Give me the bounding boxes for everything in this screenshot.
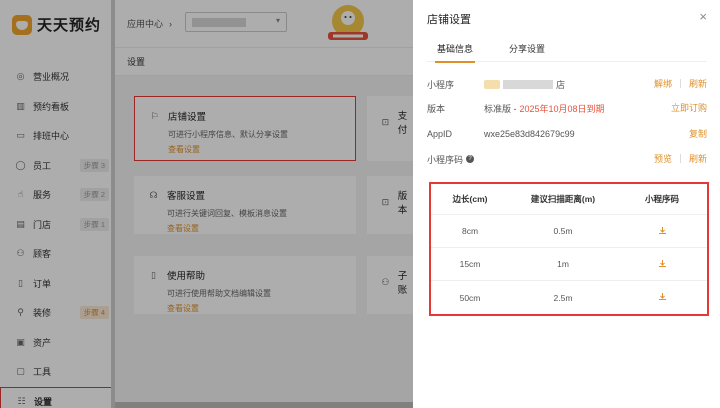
unbind-link[interactable]: 解绑	[654, 77, 672, 90]
column-header: 小程序码	[644, 194, 679, 204]
version-plan: 标准版 -	[484, 103, 517, 114]
size-cell: 15cm	[459, 259, 481, 269]
qrcode-label-text: 小程序码	[427, 154, 464, 165]
subscribe-link[interactable]: 立即订购	[671, 101, 707, 114]
version-label: 版本	[427, 103, 446, 114]
mini-program-label: 小程序	[427, 79, 455, 90]
mini-program-actions: 解绑 刷新	[654, 77, 707, 90]
tab-basic-info[interactable]: 基础信息	[427, 38, 483, 63]
qrcode-row: 小程序码 ? 预览 刷新	[427, 152, 707, 166]
divider	[679, 154, 681, 163]
table-row: 50cm 2.5m	[431, 281, 707, 314]
mini-program-row: 小程序 店 解绑 刷新	[427, 77, 707, 91]
appid-actions: 复制	[689, 127, 707, 140]
version-row: 版本 标准版 - 2025年10月08日到期 立即订购	[427, 101, 707, 115]
table-row: 15cm 1m	[431, 248, 707, 281]
close-icon[interactable]: ×	[699, 9, 707, 24]
size-cell: 50cm	[459, 292, 481, 303]
qrcode-size-table: 边长(cm) 建议扫描距离(m) 小程序码 8cm 0.5m 15cm 1m 5…	[429, 182, 709, 316]
mini-program-name-suffix: 店	[556, 79, 566, 90]
download-cell	[617, 226, 707, 237]
version-value: 标准版 - 2025年10月08日到期	[484, 102, 605, 115]
appid-label: AppID	[427, 129, 453, 139]
help-icon[interactable]: ?	[466, 155, 475, 163]
mini-program-avatar-redacted	[484, 79, 500, 89]
appid-value: wxe25e83d842679c99	[484, 129, 575, 139]
copy-link[interactable]: 复制	[689, 127, 707, 140]
preview-link[interactable]: 预览	[654, 152, 672, 165]
download-cell	[617, 292, 707, 303]
table-header: 边长(cm) 建议扫描距离(m) 小程序码	[431, 184, 707, 215]
qrcode-label: 小程序码 ?	[427, 153, 484, 166]
refresh-link[interactable]: 刷新	[689, 77, 707, 90]
download-icon[interactable]	[658, 226, 667, 235]
mini-program-name: 店	[484, 78, 565, 91]
table-row: 8cm 0.5m	[431, 215, 707, 248]
refresh-link[interactable]: 刷新	[689, 152, 707, 165]
distance-cell: 0.5m	[553, 226, 573, 236]
tab-share-settings[interactable]: 分享设置	[499, 38, 555, 62]
column-header: 建议扫描距离(m)	[530, 194, 596, 204]
drawer-title: 店铺设置	[427, 14, 471, 26]
mini-program-name-redacted	[503, 79, 553, 89]
drawer-tabs: 基础信息 分享设置	[427, 38, 707, 63]
size-cell: 8cm	[461, 226, 479, 236]
distance-cell: 2.5m	[553, 292, 573, 303]
column-header: 边长(cm)	[452, 194, 488, 204]
download-cell	[617, 259, 707, 270]
version-expire-date: 2025年10月08日到期	[519, 103, 605, 114]
qrcode-actions: 预览 刷新	[654, 152, 707, 165]
appid-row: AppID wxe25e83d842679c99 复制	[427, 127, 707, 141]
version-actions: 立即订购	[671, 101, 707, 114]
download-icon[interactable]	[658, 292, 667, 301]
modal-overlay[interactable]	[0, 0, 413, 408]
divider	[679, 79, 681, 88]
download-icon[interactable]	[658, 259, 667, 268]
distance-cell: 1m	[557, 259, 569, 269]
